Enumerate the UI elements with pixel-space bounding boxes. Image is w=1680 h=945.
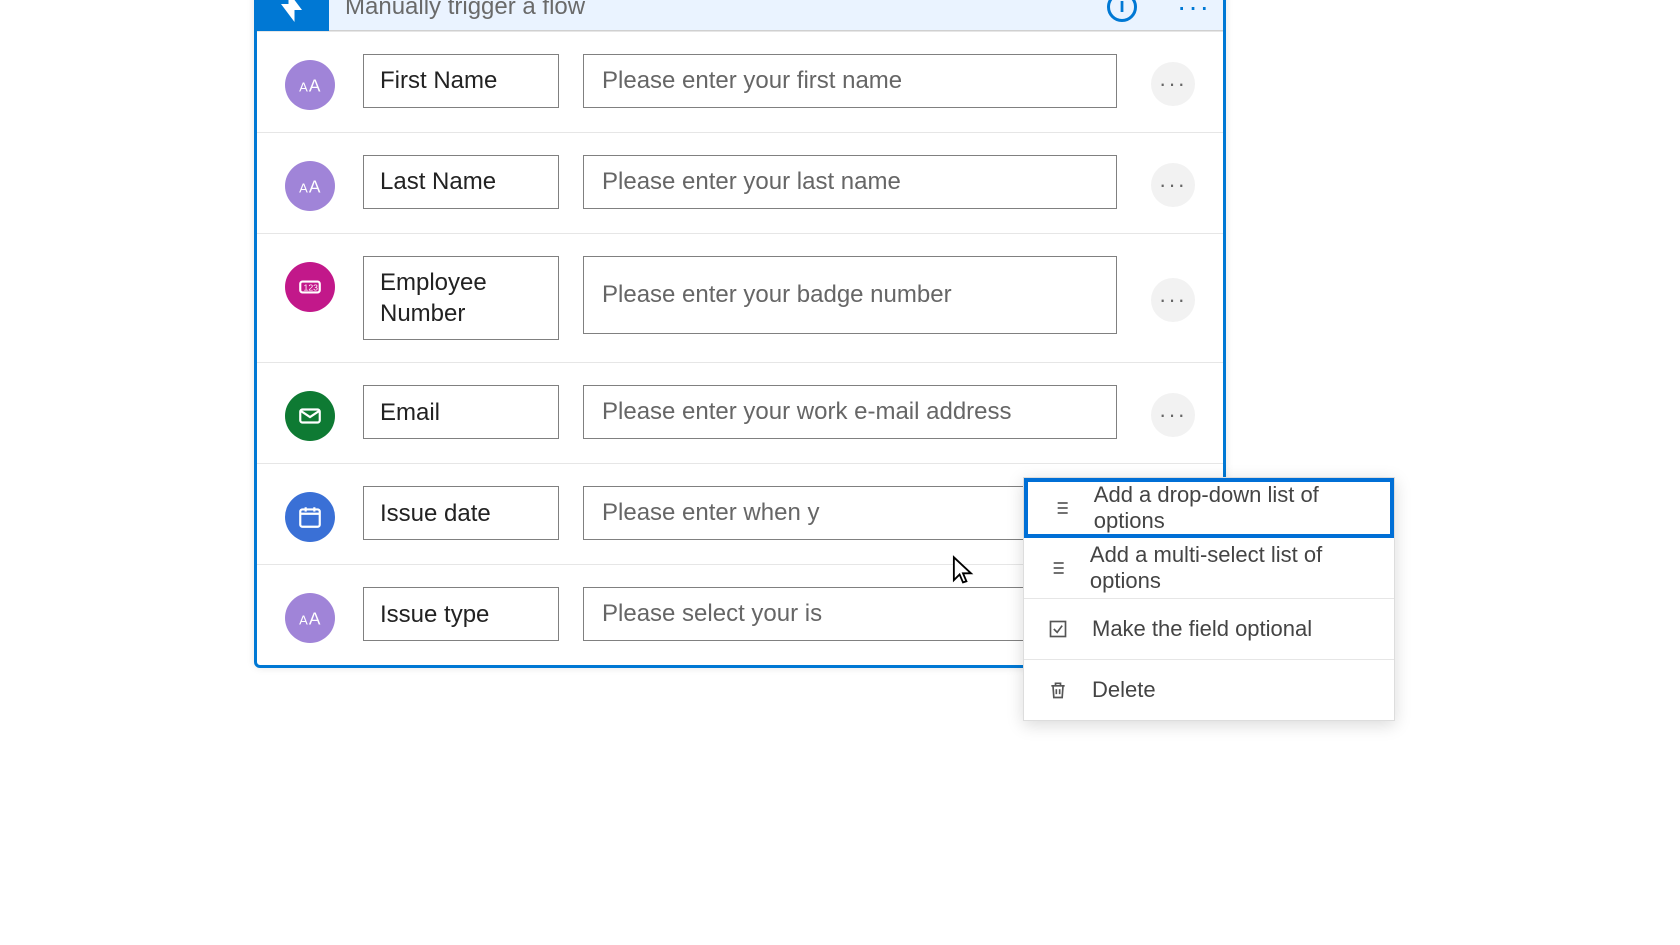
field-more-button[interactable]: ···: [1151, 393, 1195, 437]
menu-add-dropdown[interactable]: Add a drop-down list of options: [1024, 478, 1394, 538]
field-row: AA First Name Please enter your first na…: [257, 31, 1223, 132]
svg-text:A: A: [299, 181, 308, 196]
text-type-icon: AA: [285, 593, 335, 643]
text-type-icon: AA: [285, 161, 335, 211]
field-label[interactable]: Issue date: [363, 486, 559, 540]
svg-text:A: A: [299, 80, 308, 95]
field-label[interactable]: Issue type: [363, 587, 559, 641]
trash-icon: [1046, 680, 1070, 700]
menu-delete[interactable]: Delete: [1024, 660, 1394, 720]
field-placeholder[interactable]: Please enter your last name: [583, 155, 1117, 209]
field-row: AA Last Name Please enter your last name…: [257, 132, 1223, 233]
menu-make-optional[interactable]: Make the field optional: [1024, 599, 1394, 659]
list-icon: [1050, 498, 1072, 518]
field-more-button[interactable]: ···: [1151, 278, 1195, 322]
svg-text:A: A: [299, 613, 308, 628]
field-placeholder[interactable]: Please enter your first name: [583, 54, 1117, 108]
field-context-menu: Add a drop-down list of options Add a mu…: [1023, 477, 1395, 721]
list-icon: [1046, 558, 1068, 578]
svg-text:A: A: [309, 76, 321, 96]
field-row: 123 Employee Number Please enter your ba…: [257, 233, 1223, 362]
date-type-icon: [285, 492, 335, 542]
menu-label: Add a drop-down list of options: [1094, 482, 1368, 534]
field-more-button[interactable]: ···: [1151, 163, 1195, 207]
field-row: Email Please enter your work e-mail addr…: [257, 362, 1223, 463]
svg-text:123: 123: [304, 282, 319, 292]
card-more-button[interactable]: ···: [1177, 3, 1211, 11]
svg-text:A: A: [309, 177, 321, 197]
card-title: Manually trigger a flow: [345, 0, 1107, 21]
field-placeholder[interactable]: Please enter your work e-mail address: [583, 385, 1117, 439]
email-type-icon: [285, 391, 335, 441]
field-label[interactable]: Employee Number: [363, 256, 559, 340]
field-label[interactable]: Last Name: [363, 155, 559, 209]
menu-label: Add a multi-select list of options: [1090, 542, 1372, 594]
field-label[interactable]: Email: [363, 385, 559, 439]
menu-label: Delete: [1092, 677, 1156, 703]
info-icon[interactable]: i: [1107, 0, 1137, 22]
field-more-button[interactable]: ···: [1151, 62, 1195, 106]
trigger-icon: [257, 0, 329, 31]
svg-text:A: A: [309, 609, 321, 629]
trigger-card: Manually trigger a flow i ··· AA First N…: [254, 0, 1226, 668]
field-label[interactable]: First Name: [363, 54, 559, 108]
number-type-icon: 123: [285, 262, 335, 312]
card-header: Manually trigger a flow i ···: [257, 0, 1223, 31]
field-placeholder[interactable]: Please enter your badge number: [583, 256, 1117, 334]
menu-add-multiselect[interactable]: Add a multi-select list of options: [1024, 538, 1394, 598]
text-type-icon: AA: [285, 60, 335, 110]
checkbox-icon: [1046, 619, 1070, 639]
menu-label: Make the field optional: [1092, 616, 1312, 642]
